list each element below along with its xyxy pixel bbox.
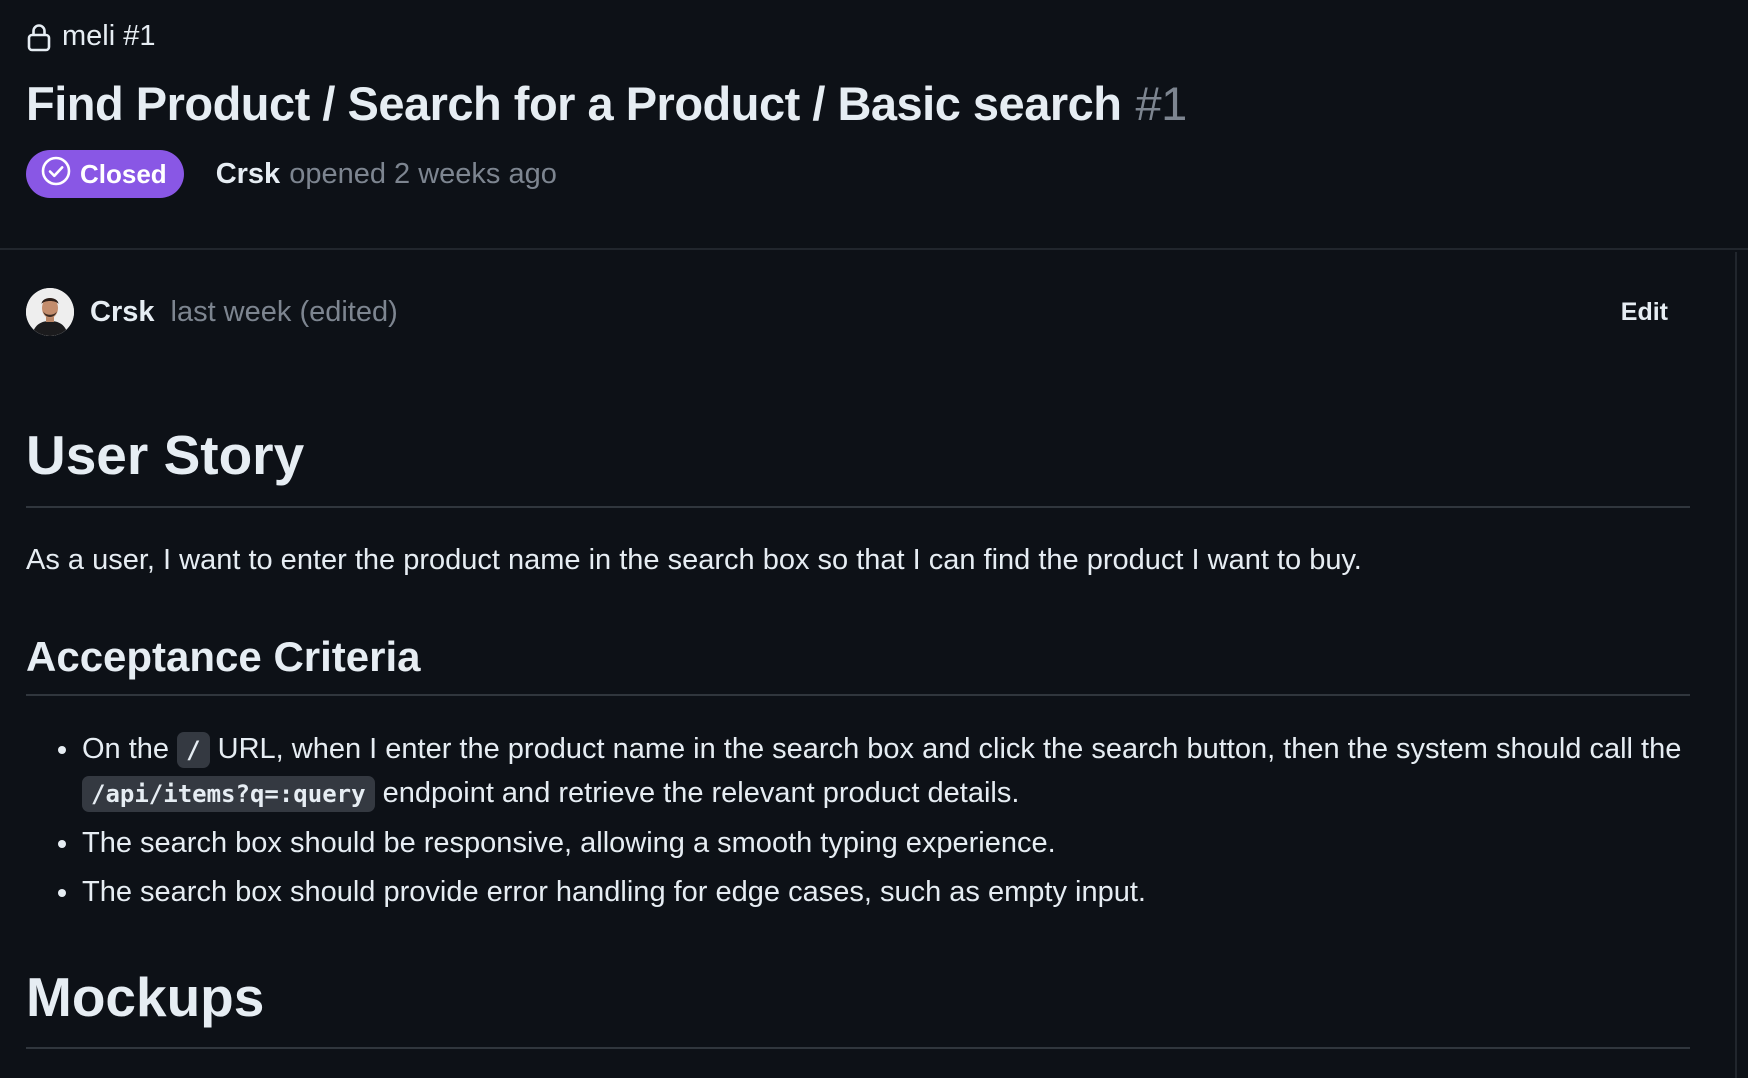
- check-circle-icon: [40, 155, 72, 194]
- avatar[interactable]: [26, 288, 74, 336]
- status-badge: Closed: [26, 150, 184, 198]
- opened-text: opened 2 weeks ago: [289, 157, 557, 190]
- criterion-text: endpoint and retrieve the relevant produ…: [374, 777, 1020, 809]
- heading-rule: [26, 1047, 1690, 1049]
- criterion-text: URL, when I enter the product name in th…: [209, 733, 1682, 765]
- user-story-text: As a user, I want to enter the product n…: [26, 544, 1362, 576]
- acceptance-criteria-list: On the / URL, when I enter the product n…: [26, 728, 1686, 920]
- issue-page: meli #1 Find Product / Search for a Prod…: [0, 0, 1748, 1078]
- timeline-border: [1735, 252, 1737, 1078]
- repo-breadcrumb[interactable]: meli #1: [26, 20, 156, 53]
- list-item: On the / URL, when I enter the product n…: [26, 728, 1686, 816]
- issue-meta: Closed Crsk opened 2 weeks ago: [26, 150, 557, 198]
- bullet-icon: [58, 746, 66, 754]
- criterion-text: The search box should provide error hand…: [82, 876, 1146, 908]
- issue-title-text: Find Product / Search for a Product / Ba…: [26, 77, 1122, 130]
- repo-label: meli #1: [62, 20, 156, 52]
- inline-code: /api/items?q=:query: [82, 776, 375, 812]
- status-label: Closed: [80, 158, 167, 189]
- acceptance-criteria-heading: Acceptance Criteria: [26, 633, 421, 680]
- list-item: The search box should be responsive, all…: [26, 822, 1686, 865]
- issue-author-link[interactable]: Crsk: [216, 158, 281, 191]
- lock-icon: [26, 22, 52, 52]
- issue-number: #1: [1135, 77, 1187, 130]
- criterion-text: The search box should be responsive, all…: [82, 827, 1056, 859]
- heading-rule: [26, 694, 1690, 696]
- bullet-icon: [58, 889, 66, 897]
- comment-timestamp[interactable]: last week (edited): [171, 296, 398, 329]
- edit-button[interactable]: Edit: [1619, 292, 1670, 333]
- page-title: Find Product / Search for a Product / Ba…: [26, 76, 1187, 131]
- heading-rule: [26, 506, 1690, 508]
- list-item: The search box should provide error hand…: [26, 871, 1686, 914]
- comment-author-link[interactable]: Crsk: [90, 296, 155, 329]
- inline-code: /: [177, 732, 210, 768]
- user-story-heading: User Story: [26, 424, 305, 486]
- criterion-text: On the: [82, 733, 178, 765]
- mockups-heading: Mockups: [26, 966, 265, 1028]
- header-divider: [0, 248, 1748, 250]
- bullet-icon: [58, 840, 66, 848]
- comment-header: Crsk last week (edited) Edit: [26, 286, 1670, 338]
